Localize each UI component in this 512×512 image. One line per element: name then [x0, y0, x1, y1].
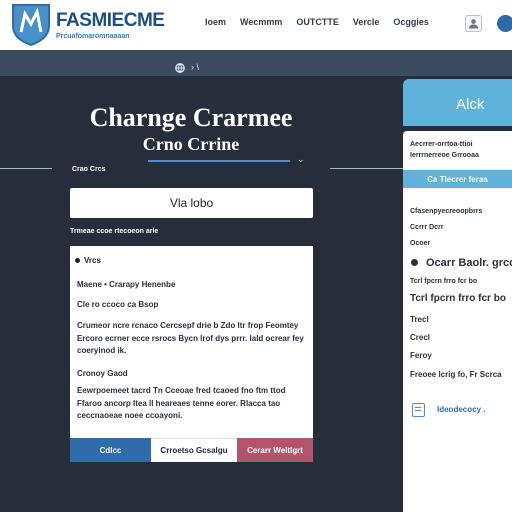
panel-item[interactable]: Trecl [410, 315, 429, 324]
brand-tagline: Prcuafomaromnaaaan [56, 33, 130, 40]
search-input[interactable] [70, 188, 313, 218]
main-nav: Ioem Wecmmm OUTCTTE Vercle Ocggies [205, 17, 429, 27]
panel-item[interactable]: Tcrl fpcrn frro fcr bo [410, 278, 477, 285]
card-line: Cle ro ccoco ca Bsop [77, 300, 159, 309]
panel-item[interactable]: Ccrrr Dcrr [410, 224, 443, 231]
card-paragraph: Eewrpoemeet tacrd Tn Cceoae fred tcaoed … [77, 386, 286, 420]
panel-item[interactable]: Feroy [410, 351, 432, 360]
divider [0, 168, 52, 169]
brand-name[interactable]: FASMIECME [56, 10, 165, 32]
note-icon[interactable] [412, 403, 425, 417]
action-buttons: Cdlcc Crroetso Gcsalgu Cerarr Weltlgrt [70, 438, 313, 462]
nav-item-home[interactable]: Ioem [205, 17, 226, 27]
record-icon [411, 259, 418, 266]
top-header: FASMIECME Prcuafomaromnaaaan Ioem Wecmmm… [0, 0, 512, 50]
secondary-bar [0, 50, 512, 76]
nav-item-welcome[interactable]: Wecmmm [240, 17, 282, 27]
chevron-right-icon[interactable]: › \ [191, 62, 199, 72]
panel-text: Cfasenpyecreoopbrrs [410, 208, 483, 215]
panel-header-label: Alck [456, 96, 485, 113]
globe-icon[interactable] [175, 63, 185, 73]
nav-item-outcome[interactable]: OUTCTTE [296, 17, 339, 27]
nav-item-vehicle[interactable]: Vercle [353, 17, 380, 27]
secondary-button[interactable]: Crroetso Gcsalgu [151, 438, 237, 462]
section-note: Crao Crcs [72, 166, 106, 173]
card-heading: Vrcs [75, 256, 101, 265]
panel-action-button[interactable]: Ca Tlecrer feraa [403, 170, 512, 188]
chevron-icon: ⌄ [297, 154, 305, 164]
divider [330, 168, 403, 169]
panel-item[interactable]: Crecl [410, 333, 430, 342]
shield-logo-icon[interactable] [10, 2, 52, 46]
page-title: Charnge Crarmee [89, 103, 293, 132]
card-paragraph: Crumeor ncre rcnaco Cercsepf drie b Zdo … [77, 321, 304, 355]
panel-item[interactable]: Freoee lcrig fo, Fr Scrca [410, 370, 502, 379]
panel-item[interactable]: Tcrl fpcrn frro fcr bo [410, 293, 506, 304]
title-underline [148, 160, 290, 162]
circle-icon[interactable] [497, 15, 512, 32]
page-subtitle: Crno Crrine [142, 134, 240, 154]
card-section-title: Cronoy Gaod [77, 369, 128, 378]
user-icon [469, 19, 478, 29]
panel-item[interactable]: Ocoer [410, 240, 430, 247]
search-caption: Trmeae ccoe rtecoeon arle [70, 228, 159, 235]
danger-button[interactable]: Cerarr Weltlgrt [237, 438, 313, 462]
card-line: Maene • Crarapy Henenbe [77, 280, 176, 289]
panel-text: Ierrrnerreoe Grrooaa [410, 152, 479, 159]
user-button[interactable] [465, 15, 482, 32]
panel-item[interactable]: Ocarr Baolr. grcor [426, 257, 512, 269]
bullet-icon [75, 258, 80, 263]
panel-text: Aecrrer-orrtoa-ttioi [410, 141, 473, 148]
nav-item-categories[interactable]: Ocggies [393, 17, 429, 27]
card-heading-label: Vrcs [84, 256, 101, 265]
primary-button[interactable]: Cdlcc [70, 438, 151, 462]
panel-link[interactable]: Ideodecocy . [437, 405, 485, 414]
